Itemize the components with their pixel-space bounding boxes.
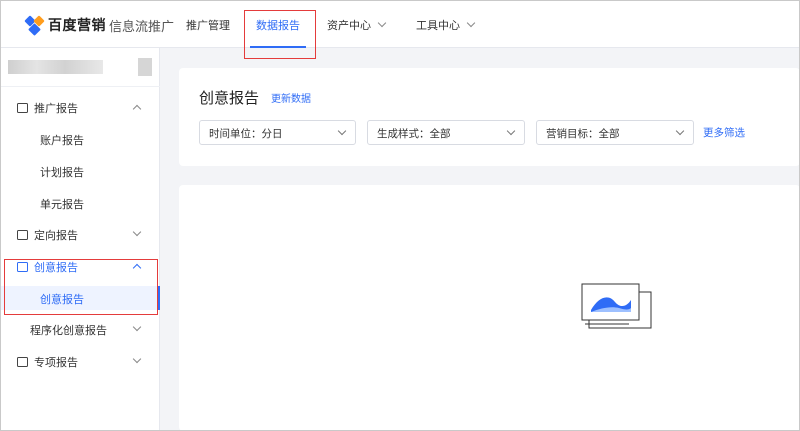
filter-marketing-goal[interactable]: 营销目标：全部 [536,120,694,145]
highlight-box-nav [244,10,316,59]
account-name-blurred[interactable] [8,60,103,74]
report-filter-card: 创意报告 更新数据 时间单位：分日 生成样式：全部 营销目标：全部 更多筛选 [179,68,800,166]
active-indicator [158,286,160,310]
brand-logo[interactable]: 百度营销 信息流推广 [24,14,175,36]
chevron-down-icon [132,354,142,364]
chevron-down-icon [506,126,516,136]
sidebar-item-unit-report[interactable]: 单元报告 [0,191,160,215]
chevron-up-icon [132,104,142,114]
top-header: 百度营销 信息流推广 推广管理 数据报告 资产中心 工具中心 [0,0,800,48]
update-data-link[interactable]: 更新数据 [271,90,311,105]
brand-name: 百度营销 [48,18,106,34]
report-content-card [179,185,800,431]
highlight-box-sidebar [4,259,158,315]
chevron-down-icon [377,18,387,28]
more-filters-link[interactable]: 更多筛选 [703,125,745,140]
sidebar-group-promotion-report[interactable]: 推广报告 [0,96,160,120]
chevron-down-icon [132,227,142,237]
account-avatar-blurred[interactable] [138,58,152,76]
sidebar-item-account-report[interactable]: 账户报告 [0,127,160,151]
sidebar-item-plan-report[interactable]: 计划报告 [0,159,160,183]
chevron-down-icon [675,126,685,136]
baidu-logo-icon [24,15,46,36]
chevron-down-icon [466,18,476,28]
sidebar-group-targeting-report[interactable]: 定向报告 [0,223,160,247]
filter-time-unit[interactable]: 时间单位：分日 [199,120,356,145]
calendar-icon [17,230,28,240]
nav-tool-center[interactable]: 工具中心 [416,17,476,33]
filter-generation-style[interactable]: 生成样式：全部 [367,120,525,145]
chart-image-icon [17,103,28,113]
sidebar-divider [0,86,160,87]
chevron-down-icon [132,322,142,332]
page-title: 创意报告 [199,89,260,107]
sidebar: 推广报告 账户报告 计划报告 单元报告 定向报告 创意报告 创意报告 程序化创意… [0,48,160,431]
nav-asset-center[interactable]: 资产中心 [327,17,387,33]
list-icon [17,357,28,367]
product-name: 信息流推广 [109,19,175,35]
nav-promotion-management[interactable]: 推广管理 [186,17,230,33]
sidebar-group-programmatic-creative-report[interactable]: 程序化创意报告 [0,318,160,342]
sidebar-group-special-report[interactable]: 专项报告 [0,350,160,374]
chevron-down-icon [337,126,347,136]
empty-chart-illustration-icon [581,283,652,329]
